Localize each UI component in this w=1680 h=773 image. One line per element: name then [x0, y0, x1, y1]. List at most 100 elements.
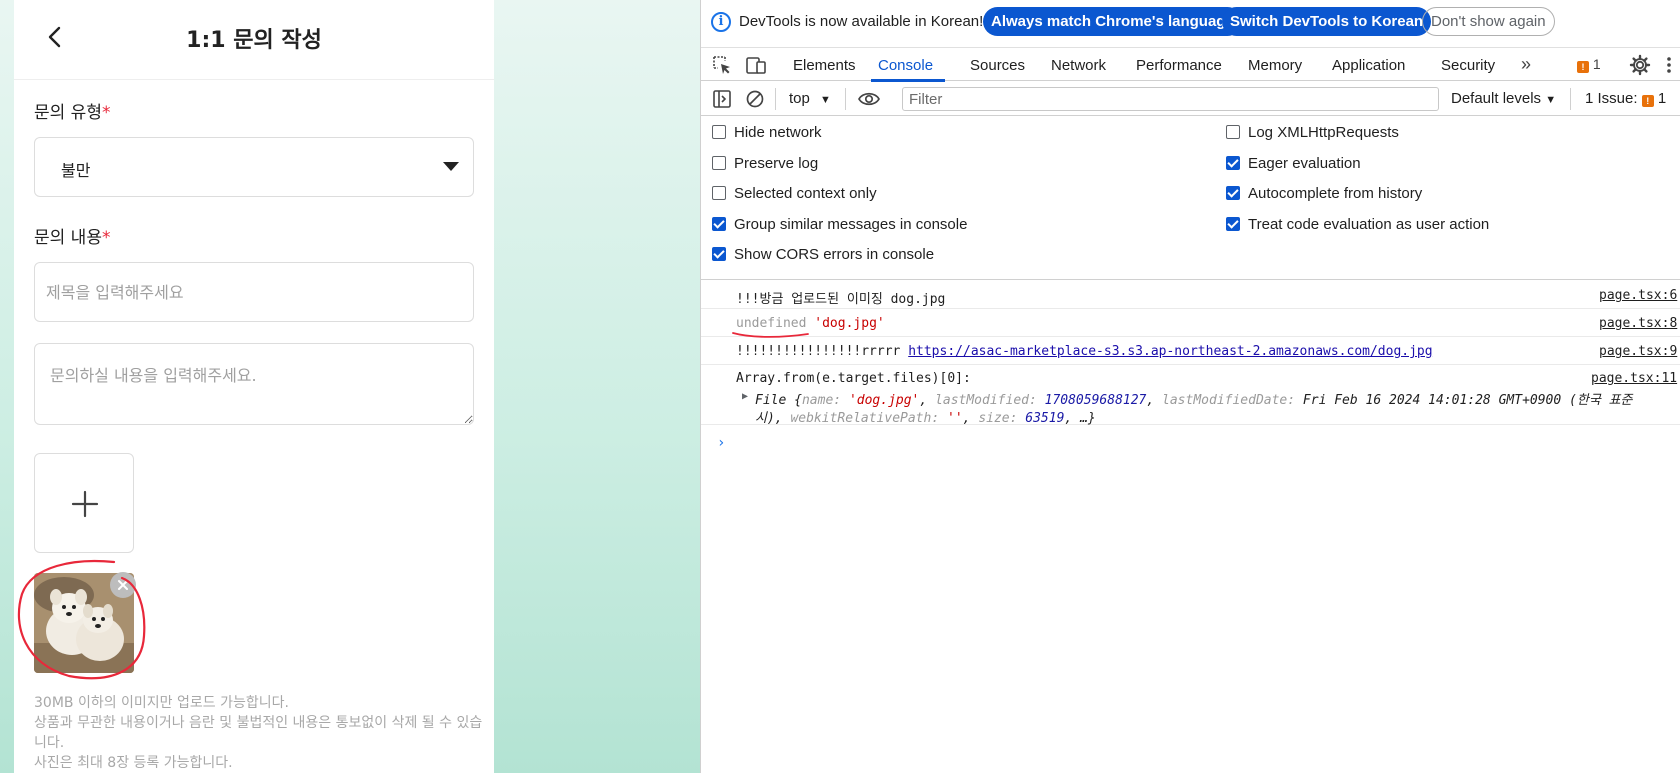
object-key: lastModifiedDate: [1162, 393, 1296, 408]
plus-icon [71, 490, 99, 518]
tab-console[interactable]: Console [878, 57, 933, 74]
console-message: undefined 'dog.jpg' page.tsx:8 [701, 309, 1680, 338]
console-output: !!!방금 업로드된 이미징 dog.jpg page.tsx:6 undefi… [701, 281, 1680, 773]
console-message-text: Array.from(e.target.files)[0]: [736, 371, 971, 386]
object-type: File [755, 393, 787, 408]
devtools-panel: i DevTools is now available in Korean! A… [700, 0, 1680, 773]
required-mark: * [101, 228, 111, 248]
setting-label: Preserve log [734, 155, 819, 172]
object-value: '' [947, 411, 963, 426]
tab-elements[interactable]: Elements [793, 57, 856, 74]
notice-line: 상품과 무관한 내용이거나 음란 및 불법적인 내용은 통보없이 삭제 될 수 … [34, 715, 483, 751]
log-levels-select[interactable]: Default levels ▼ [1451, 90, 1556, 107]
setting-label: Group similar messages in console [734, 216, 968, 233]
match-language-button[interactable]: Always match Chrome's language [983, 7, 1242, 36]
kebab-menu-icon[interactable] [1665, 54, 1673, 80]
setting-log-xhr[interactable]: Log XMLHttpRequests [1226, 124, 1399, 141]
filter-input[interactable] [902, 87, 1439, 111]
checkbox-checked[interactable] [712, 217, 726, 231]
file-object-preview[interactable]: File {name: 'dog.jpg', lastModified: 170… [755, 389, 1633, 408]
setting-group-similar[interactable]: Group similar messages in console [712, 216, 967, 233]
gear-icon[interactable] [1629, 54, 1651, 80]
language-infobar: i DevTools is now available in Korean! A… [701, 0, 1680, 44]
inquiry-type-label-text: 문의 유형 [34, 103, 102, 123]
setting-eager-eval[interactable]: Eager evaluation [1226, 155, 1361, 172]
remove-image-button[interactable] [110, 572, 136, 598]
more-tabs-icon[interactable]: » [1521, 54, 1531, 75]
caret-down-icon: ▼ [1545, 94, 1557, 106]
file-object-preview-line2: 시), webkitRelativePath: '', size: 63519,… [755, 411, 1096, 426]
tab-security[interactable]: Security [1441, 57, 1495, 74]
caret-down-icon: ▼ [820, 94, 831, 106]
source-link[interactable]: page.tsx:6 [1599, 288, 1677, 303]
console-settings-pane: Hide network Preserve log Selected conte… [701, 117, 1680, 280]
form-header: 1:1 문의 작성 [14, 0, 494, 80]
checkbox-unchecked[interactable] [1226, 125, 1240, 139]
inquiry-form-panel: 1:1 문의 작성 문의 유형* 불만 문의 내용* 제목을 입력해주세요 문의… [14, 0, 494, 773]
title-input[interactable] [34, 262, 474, 322]
setting-show-cors[interactable]: Show CORS errors in console [712, 246, 934, 263]
inquiry-type-selected-value: 불만 [61, 161, 91, 180]
toolbar-separator [845, 88, 846, 110]
inspect-element-icon[interactable] [711, 54, 733, 80]
inquiry-content-label-text: 문의 내용 [34, 228, 102, 248]
source-link[interactable]: page.tsx:9 [1599, 344, 1677, 359]
checkbox-checked[interactable] [712, 247, 726, 261]
context-select-value: top [789, 90, 810, 107]
console-prompt[interactable]: › [717, 435, 725, 451]
dont-show-again-button[interactable]: Don't show again [1422, 7, 1555, 36]
device-toolbar-icon[interactable] [745, 54, 767, 80]
checkbox-checked[interactable] [1226, 217, 1240, 231]
tab-network[interactable]: Network [1051, 57, 1106, 74]
setting-treat-eval[interactable]: Treat code evaluation as user action [1226, 216, 1489, 233]
toolbar-separator [775, 88, 776, 110]
setting-label: Autocomplete from history [1248, 185, 1423, 202]
setting-selected-context[interactable]: Selected context only [712, 185, 877, 202]
log-levels-value: Default levels [1451, 90, 1542, 107]
switch-korean-button[interactable]: Switch DevTools to Korean [1222, 7, 1432, 36]
checkbox-unchecked[interactable] [712, 125, 726, 139]
sidebar-toggle-icon[interactable] [712, 89, 732, 113]
close-icon [118, 580, 128, 590]
issues-counter-value: 1 [1657, 90, 1667, 107]
checkbox-checked[interactable] [1226, 156, 1240, 170]
checkbox-unchecked[interactable] [712, 156, 726, 170]
source-link[interactable]: page.tsx:11 [1591, 371, 1677, 386]
checkbox-unchecked[interactable] [712, 186, 726, 200]
checkbox-checked[interactable] [1226, 186, 1240, 200]
infobar-message: DevTools is now available in Korean! [739, 13, 984, 30]
setting-label: Treat code evaluation as user action [1248, 216, 1490, 233]
log-prefix: !!!!!!!!!!!!!!!!rrrrr [736, 344, 901, 359]
context-select[interactable]: top ▼ [789, 90, 831, 107]
undefined-value: undefined [736, 316, 807, 331]
s3-url-link[interactable]: https://asac-marketplace-s3.s3.ap-northe… [908, 344, 1432, 359]
setting-autocomplete[interactable]: Autocomplete from history [1226, 185, 1422, 202]
object-value: Fri Feb 16 2024 14:01:28 GMT+0900 (한국 표준 [1302, 393, 1633, 408]
inquiry-type-label: 문의 유형* [34, 98, 110, 123]
eye-icon[interactable] [857, 89, 881, 113]
tab-performance[interactable]: Performance [1136, 57, 1222, 74]
setting-hide-network[interactable]: Hide network [712, 124, 822, 141]
issues-counter-label: 1 Issue: [1585, 90, 1638, 107]
devtools-tabbar: Elements Console Sources Network Perform… [701, 47, 1680, 82]
setting-label: Hide network [734, 124, 822, 141]
issue-warning-icon: ! [1577, 61, 1589, 73]
issues-badge-count: 1 [1592, 56, 1601, 72]
source-link[interactable]: page.tsx:8 [1599, 316, 1677, 331]
tab-sources[interactable]: Sources [970, 57, 1025, 74]
object-value: 'dog.jpg' [848, 393, 920, 408]
object-key: name: [801, 393, 842, 408]
object-rest: , …} [1064, 411, 1096, 426]
tab-application[interactable]: Application [1332, 57, 1405, 74]
expand-triangle-icon[interactable]: ▶ [742, 391, 748, 402]
issues-badge[interactable]: ! 1 [1577, 56, 1601, 73]
console-message-text: !!!!!!!!!!!!!!!!rrrrr https://asac-marke… [736, 344, 1433, 359]
add-image-button[interactable] [34, 453, 134, 553]
content-textarea[interactable] [34, 343, 474, 425]
tab-memory[interactable]: Memory [1248, 57, 1302, 74]
issues-counter[interactable]: 1 Issue: ! 1 [1585, 90, 1666, 107]
inquiry-type-select[interactable]: 불만 [34, 137, 474, 197]
console-toolbar: top ▼ Default levels ▼ 1 Issue: ! 1 [701, 82, 1680, 116]
setting-preserve-log[interactable]: Preserve log [712, 155, 818, 172]
clear-console-icon[interactable] [745, 89, 765, 113]
